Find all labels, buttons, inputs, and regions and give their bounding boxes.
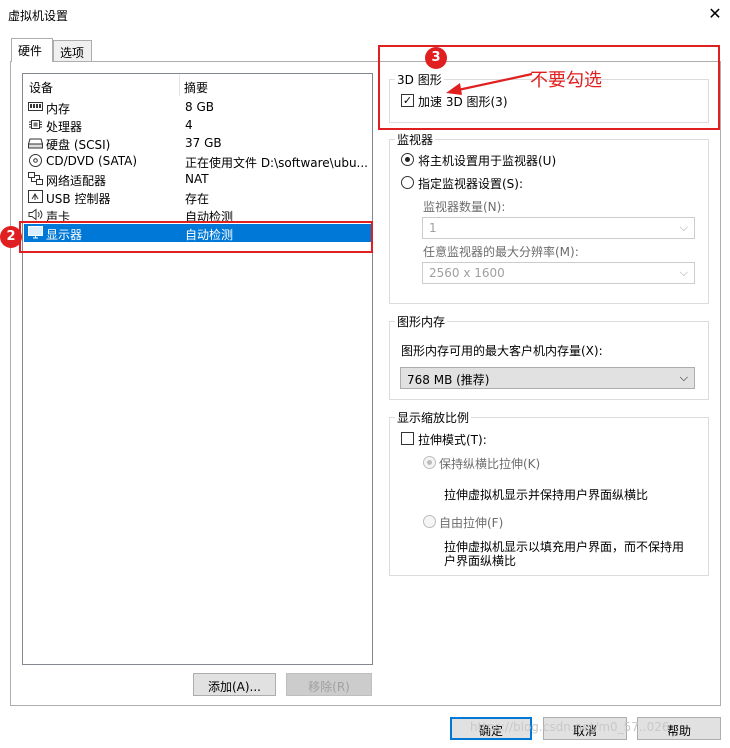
device-summary: NAT: [185, 172, 209, 186]
max-resolution-label: 任意监视器的最大分辨率(M):: [423, 245, 579, 259]
device-row-network-adapter[interactable]: 网络适配器 NAT: [24, 170, 372, 188]
keep-aspect-label[interactable]: 保持纵横比拉伸(K): [439, 455, 540, 472]
stretch-mode-checkbox[interactable]: [401, 432, 414, 445]
remove-button[interactable]: 移除(R): [286, 673, 372, 696]
max-resolution-value: 2560 x 1600: [429, 266, 505, 280]
speaker-icon: [28, 208, 43, 221]
chevron-down-icon: ⌵: [679, 221, 688, 234]
use-host-settings-label[interactable]: 将主机设置用于监视器(U): [418, 152, 556, 169]
device-row-cd-dvd[interactable]: CD/DVD (SATA) 正在使用文件 D:\software\ubu...: [24, 152, 372, 170]
specify-monitor-label[interactable]: 指定监视器设置(S):: [418, 175, 523, 192]
device-summary: 8 GB: [185, 100, 214, 114]
watermark: https://blog.csdn.net/m0_57..026: [470, 720, 670, 734]
max-resolution-select[interactable]: 2560 x 1600 ⌵: [422, 262, 695, 284]
free-stretch-radio[interactable]: [423, 515, 436, 528]
annotation-note: 不要勾选: [530, 70, 602, 91]
device-summary: 37 GB: [185, 136, 222, 150]
device-name: 处理器: [46, 120, 83, 134]
group-title-graphics-memory: 图形内存: [395, 313, 448, 330]
specify-monitor-radio[interactable]: [401, 176, 414, 189]
stretch-mode-label[interactable]: 拉伸模式(T):: [418, 431, 487, 448]
device-list[interactable]: 设备 摘要 内存 8 GB 处理器 4 硬盘 (SCSI) 37 GB CD/D…: [22, 73, 373, 665]
close-icon[interactable]: ✕: [703, 3, 727, 27]
graphics-memory-label: 图形内存可用的最大客户机内存量(X):: [401, 344, 603, 358]
device-name: CD/DVD (SATA): [46, 154, 138, 168]
annotation-box-display-row: [19, 221, 373, 253]
device-summary: 存在: [185, 192, 210, 206]
keep-aspect-description: 拉伸虚拟机显示并保持用户界面纵横比: [444, 488, 649, 502]
add-button[interactable]: 添加(A)...: [193, 673, 276, 696]
annotation-badge-3: 3: [425, 47, 447, 69]
use-host-settings-radio[interactable]: [401, 153, 414, 166]
tab-options[interactable]: 选项: [53, 40, 92, 62]
device-row-memory[interactable]: 内存 8 GB: [24, 98, 372, 116]
usb-icon: [28, 190, 43, 203]
window-title: 虚拟机设置: [8, 9, 69, 23]
device-summary: 4: [185, 118, 193, 132]
device-row-usb[interactable]: USB 控制器 存在: [24, 188, 372, 206]
memory-icon: [28, 102, 43, 111]
chevron-down-icon: ⌵: [679, 371, 688, 384]
free-stretch-label[interactable]: 自由拉伸(F): [439, 514, 503, 531]
title-bar: 虚拟机设置 ✕: [0, 0, 730, 30]
cd-dvd-icon: [29, 154, 42, 167]
graphics-memory-select[interactable]: 768 MB (推荐) ⌵: [400, 367, 695, 389]
device-row-hard-disk[interactable]: 硬盘 (SCSI) 37 GB: [24, 134, 372, 152]
column-header-summary[interactable]: 摘要: [180, 74, 372, 96]
annotation-badge-2: 2: [0, 226, 22, 248]
device-row-processor[interactable]: 处理器 4: [24, 116, 372, 134]
device-name: 内存: [46, 102, 71, 116]
column-header-device[interactable]: 设备: [23, 74, 180, 96]
graphics-memory-value: 768 MB (推荐): [407, 373, 490, 387]
tab-hardware[interactable]: 硬件: [11, 38, 53, 62]
monitor-count-label: 监视器数量(N):: [423, 200, 506, 214]
device-name: 硬盘 (SCSI): [46, 138, 111, 152]
keep-aspect-radio[interactable]: [423, 456, 436, 469]
hard-disk-icon: [28, 138, 43, 149]
device-name: 网络适配器: [46, 174, 107, 188]
chevron-down-icon: ⌵: [679, 266, 688, 279]
processor-icon: [29, 120, 42, 129]
device-name: USB 控制器: [46, 192, 111, 206]
annotation-arrow-icon: [446, 72, 533, 95]
free-stretch-description-line2: 户界面纵横比: [444, 554, 517, 568]
monitor-count-select[interactable]: 1 ⌵: [422, 217, 695, 239]
monitor-count-value: 1: [429, 221, 437, 235]
network-adapter-icon: [28, 172, 43, 185]
device-summary: 正在使用文件 D:\software\ubu...: [185, 156, 368, 170]
group-title-display-scaling: 显示缩放比例: [395, 409, 472, 426]
group-title-monitor: 监视器: [395, 131, 436, 148]
